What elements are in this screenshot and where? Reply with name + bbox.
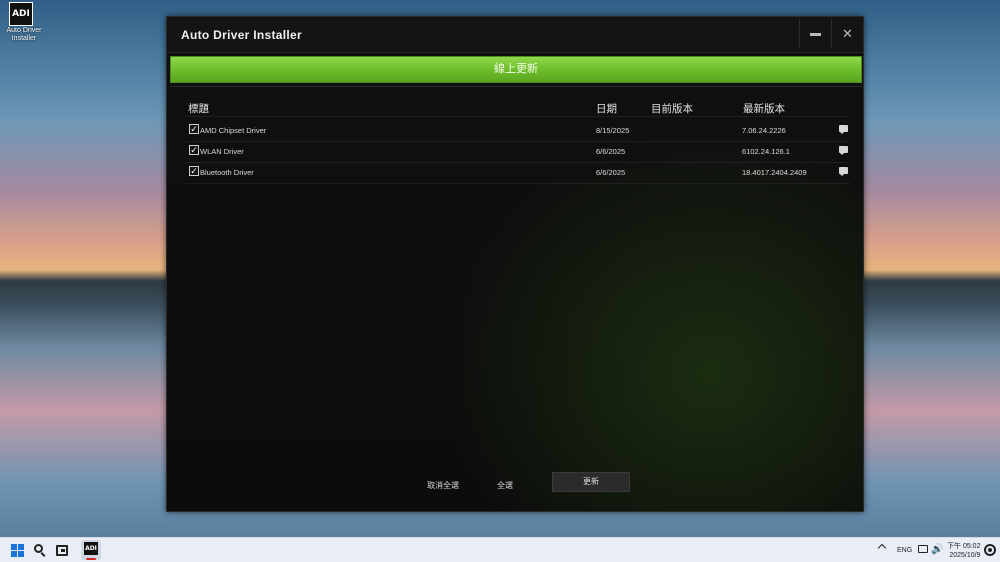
divider [170,86,862,87]
column-header-latest-version: 最新版本 [743,103,785,115]
close-button[interactable]: ✕ [831,19,863,49]
window-title: Auto Driver Installer [181,28,302,42]
desktop-icon-label: Auto Driver Installer [6,27,42,42]
divider [185,183,850,184]
search-icon[interactable] [33,542,49,558]
taskbar: ADI ENG 🔊 下午 05:02 2025/10/9 [0,537,1000,562]
active-indicator [86,558,96,560]
clock-time: 下午 05:02 [947,543,981,550]
deselect-all-button[interactable]: 取消全選 [427,480,459,491]
checkbox[interactable]: ✓ [189,124,199,134]
update-button[interactable]: 更新 [552,472,630,492]
clock-date: 2025/10/9 [949,552,981,559]
driver-latest-version: 18.4017.2404.2409 [742,168,807,177]
driver-latest-version: 6102.24.126.1 [742,147,790,156]
table-row[interactable]: ✓ WLAN Driver 6/6/2025 6102.24.126.1 [185,141,850,161]
minimize-button[interactable] [799,19,831,49]
adi-logo-icon: ADI [9,2,33,26]
close-icon: ✕ [842,26,853,41]
task-view-icon[interactable] [56,545,68,556]
column-header-date: 日期 [596,103,617,115]
minimize-icon [810,33,821,37]
clock[interactable]: 下午 05:02 2025/10/9 [947,542,980,562]
comment-icon[interactable] [839,125,848,134]
taskbar-app-auto-driver-installer[interactable]: ADI [81,540,101,560]
driver-date: 6/6/2025 [596,147,626,156]
checkbox[interactable]: ✓ [189,145,199,155]
language-indicator[interactable]: ENG [897,547,912,562]
comment-icon[interactable] [839,146,848,155]
select-all-button[interactable]: 全選 [497,480,513,491]
adi-logo-icon: ADI [84,542,98,555]
divider [185,116,850,117]
comment-icon[interactable] [839,167,848,176]
column-header-current-version: 目前版本 [651,103,693,115]
table-row[interactable]: ✓ AMD Chipset Driver 8/15/2025 7.06.24.2… [185,120,850,140]
volume-icon[interactable]: 🔊 [931,544,943,555]
table-row[interactable]: ✓ Bluetooth Driver 6/6/2025 18.4017.2404… [185,162,850,182]
column-header-title: 標題 [188,103,209,115]
app-window: Auto Driver Installer ✕ 線上更新 標題 日期 目前版本 … [166,16,864,512]
chevron-up-icon[interactable] [877,543,887,553]
checkbox[interactable]: ✓ [189,166,199,176]
driver-name: Bluetooth Driver [200,168,254,177]
driver-name: WLAN Driver [200,147,244,156]
driver-date: 8/15/2025 [596,126,630,135]
driver-latest-version: 7.06.24.2226 [742,126,786,135]
driver-name: AMD Chipset Driver [200,126,267,135]
update-online-button[interactable]: 線上更新 [170,56,862,83]
driver-date: 6/6/2025 [596,168,626,177]
windows-start-icon[interactable] [11,544,24,557]
desktop-icon-auto-driver-installer[interactable]: ADI Auto Driver Installer [2,2,46,48]
network-icon[interactable] [918,545,928,553]
notification-icon[interactable] [984,544,996,556]
title-bar: Auto Driver Installer ✕ [167,17,863,53]
